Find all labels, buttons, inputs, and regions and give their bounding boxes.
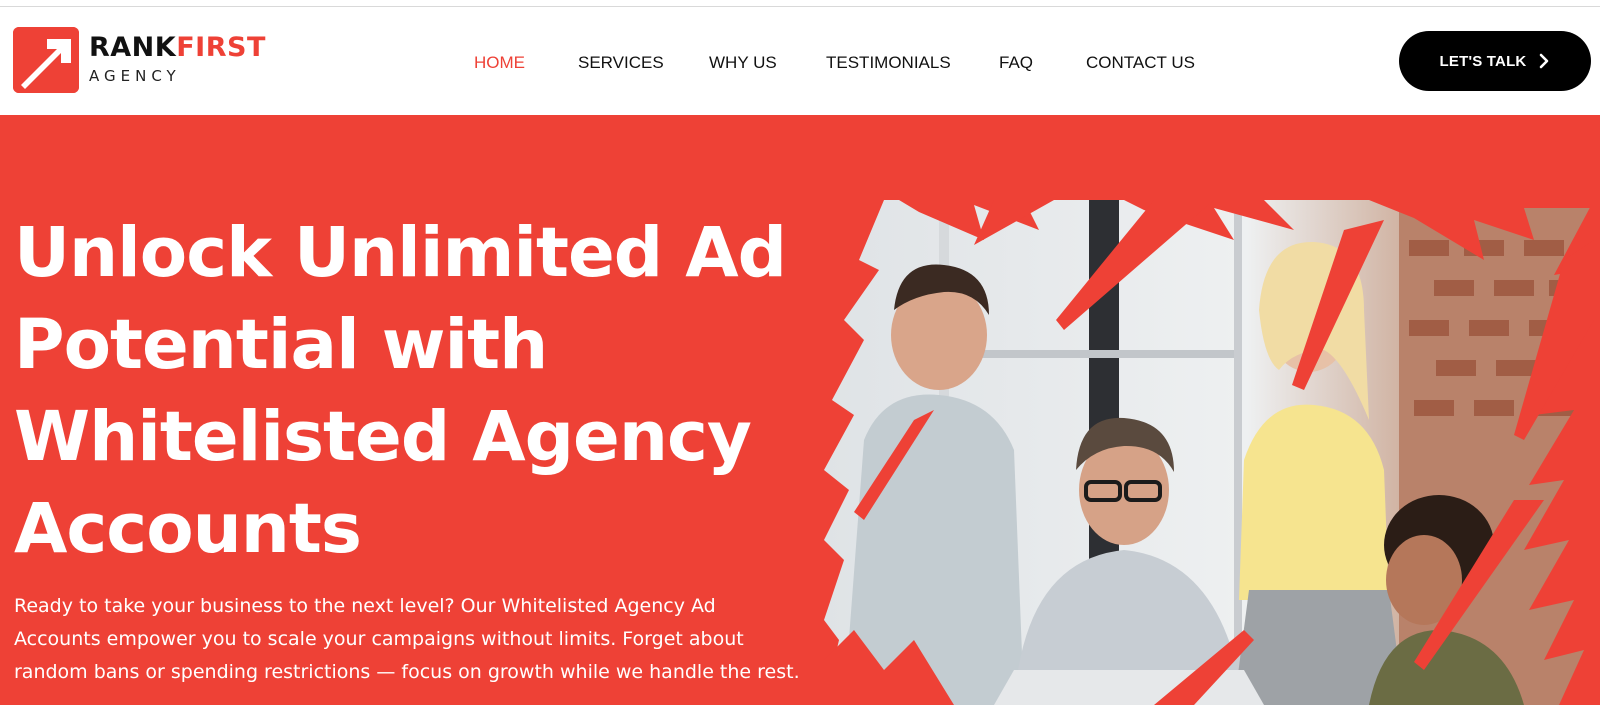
team-photo	[824, 200, 1594, 705]
chevron-right-icon	[1540, 53, 1549, 69]
site-header: RANKFIRST AGENCY HOME SERVICES WHY US TE…	[0, 7, 1600, 115]
nav-item-services[interactable]: SERVICES	[578, 48, 664, 78]
hero-section: Unlock Unlimited Ad Potential with White…	[0, 115, 1600, 705]
nav-item-contact-us[interactable]: CONTACT US	[1086, 48, 1195, 78]
nav-item-testimonials[interactable]: TESTIMONIALS	[826, 48, 951, 78]
brand-logo[interactable]: RANKFIRST AGENCY	[13, 27, 273, 97]
arrow-up-right-icon	[13, 27, 79, 93]
logo-rank-text: RANK	[89, 32, 177, 63]
top-strip	[0, 0, 1600, 7]
hero-description: Ready to take your business to the next …	[14, 595, 800, 683]
lets-talk-button[interactable]: LET'S TALK	[1399, 31, 1591, 91]
nav-item-why-us[interactable]: WHY US	[709, 48, 777, 78]
logo-subtitle: AGENCY	[89, 67, 181, 85]
hero-title: Unlock Unlimited Ad Potential with White…	[14, 213, 787, 569]
nav-item-home[interactable]: HOME	[474, 48, 525, 78]
lets-talk-label: LET'S TALK	[1439, 52, 1527, 70]
logo-first-text: FIRST	[176, 32, 266, 63]
nav-item-faq[interactable]: FAQ	[999, 48, 1033, 78]
logo-wordmark: RANKFIRST	[89, 33, 266, 63]
